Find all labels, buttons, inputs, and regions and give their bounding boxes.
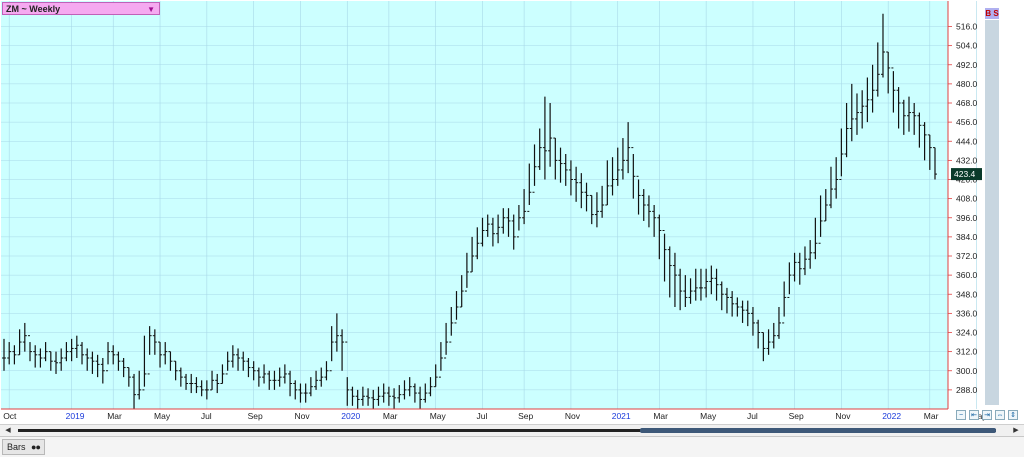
x-tick-label: Sep — [789, 411, 804, 421]
price-scroll-strip[interactable] — [985, 20, 999, 405]
y-tick-label: 408.0 — [956, 194, 978, 204]
y-tick-label: 432.0 — [956, 155, 978, 165]
y-tick-label: 456.0 — [956, 117, 978, 127]
x-tick-label: Jul — [201, 411, 212, 421]
y-tick-label: 348.0 — [956, 289, 978, 299]
scroll-right-icon[interactable]: ▶ — [1010, 425, 1022, 436]
y-tick-label: 360.0 — [956, 270, 978, 280]
bars-tab-label: Bars — [7, 442, 26, 452]
y-tick-label: 468.0 — [956, 98, 978, 108]
x-tick-label: 2019 — [66, 411, 85, 421]
x-tick-label: May — [430, 411, 447, 421]
bars-tab[interactable]: Bars ●● — [2, 439, 45, 455]
x-tick-label: May — [700, 411, 717, 421]
x-tick-label: Nov — [294, 411, 310, 421]
y-tick-label: 504.0 — [956, 41, 978, 51]
price-chart: 516.0 504.0 492.0 480.0 468.0 456.0 444.0 432.0… — [1, 1, 987, 421]
compress-icon[interactable]: ⇔ — [995, 410, 1005, 420]
zoom-in-icon[interactable]: − — [956, 410, 966, 420]
y-tick-label: 288.0 — [956, 385, 978, 395]
time-scrollbar[interactable]: ◀ ▶ — [0, 424, 1024, 436]
y-tick-label: 324.0 — [956, 328, 978, 338]
x-tick-label: Nov — [835, 411, 851, 421]
glasses-icon[interactable]: ●● — [31, 442, 41, 452]
y-tick-label: 492.0 — [956, 60, 978, 70]
x-tick-label: Oct — [3, 411, 17, 421]
y-tick-label: 396.0 — [956, 213, 978, 223]
y-tick-label: 480.0 — [956, 79, 978, 89]
x-tick-label: Sep — [518, 411, 533, 421]
y-tick-label: 300.0 — [956, 366, 978, 376]
fit-icon[interactable]: ⇥ — [982, 410, 992, 420]
y-tick-label: 384.0 — [956, 232, 978, 242]
y-tick-label: 336.0 — [956, 308, 978, 318]
y-tick-label: 372.0 — [956, 251, 978, 261]
scroll-thumb[interactable] — [640, 428, 996, 433]
x-tick-label: 2022 — [882, 411, 901, 421]
x-tick-label: May — [154, 411, 171, 421]
y-tick-label: 312.0 — [956, 347, 978, 357]
x-tick-label: Nov — [565, 411, 581, 421]
last-price-label: 423.4 — [954, 169, 976, 179]
bottom-toolbar: Bars ●● — [0, 436, 1024, 457]
plot-background — [1, 1, 948, 409]
x-tick-label: Jul — [747, 411, 758, 421]
symbol-selector[interactable]: ZM ~ Weekly ▼ — [2, 2, 160, 15]
y-tick-label: 516.0 — [956, 22, 978, 32]
x-tick-label: 2021 — [612, 411, 631, 421]
scroll-left-icon[interactable]: ◀ — [2, 425, 14, 436]
x-tick-label: 2020 — [341, 411, 360, 421]
symbol-label: ZM ~ Weekly — [6, 4, 61, 14]
dropdown-arrow-icon[interactable]: ▼ — [147, 3, 155, 16]
x-tick-label: Sep — [248, 411, 263, 421]
expand-icon[interactable]: ⇕ — [1008, 410, 1018, 420]
x-tick-label: Jul — [477, 411, 488, 421]
x-tick-label: Mar — [924, 411, 939, 421]
y-tick-label: 444.0 — [956, 136, 978, 146]
chart-window: 516.0 504.0 492.0 480.0 468.0 456.0 444.0 432.0… — [0, 0, 1024, 457]
x-tick-label: Mar — [383, 411, 398, 421]
zoom-out-icon[interactable]: ⇤ — [969, 410, 979, 420]
buy-sell-badge[interactable]: B S — [985, 8, 999, 19]
x-tick-label: Mar — [653, 411, 668, 421]
x-tick-label: Mar — [107, 411, 122, 421]
